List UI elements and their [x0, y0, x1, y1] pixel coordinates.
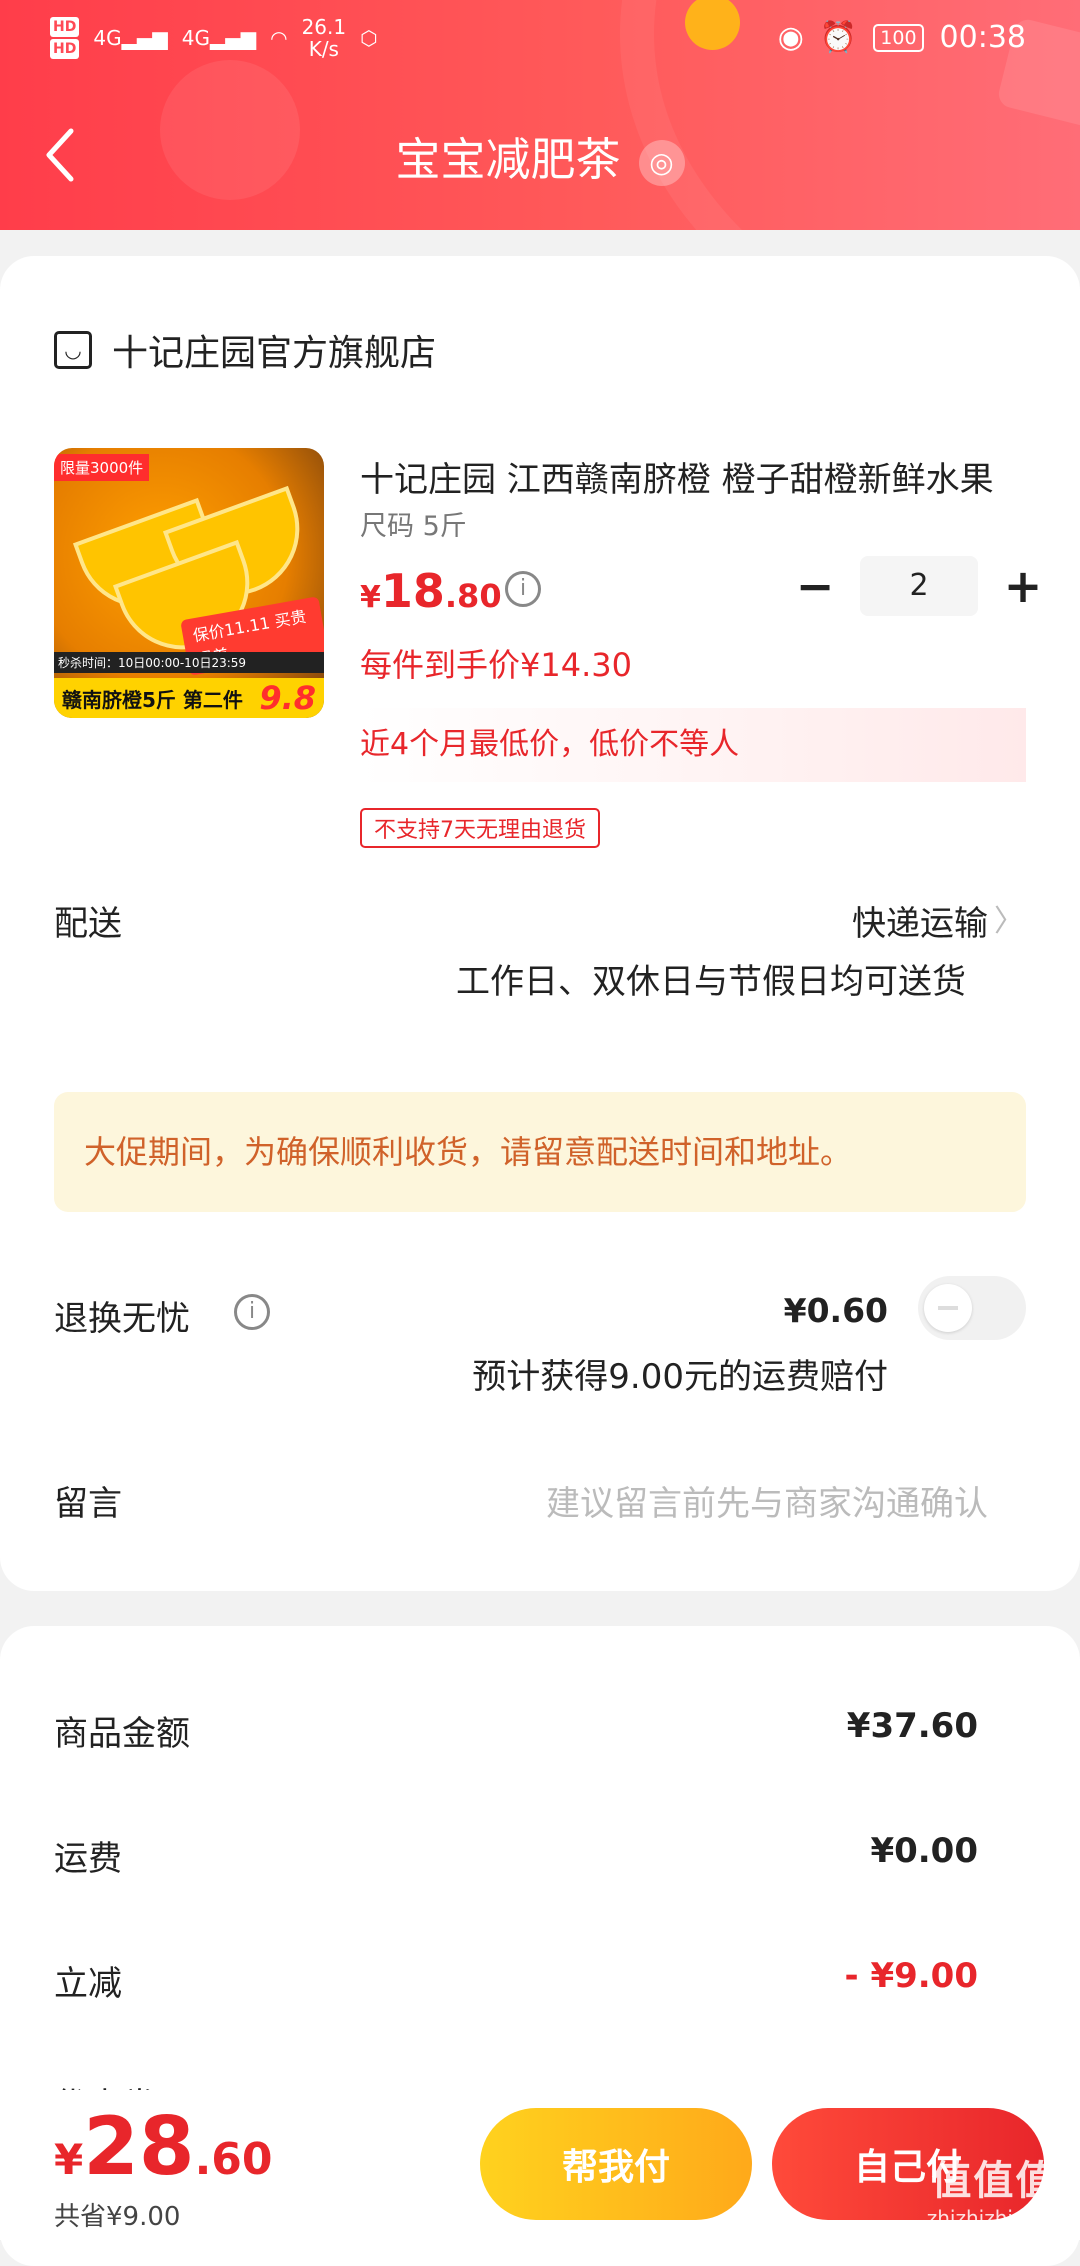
help-pay-button[interactable]: 帮我付	[480, 2108, 752, 2220]
checkout-bar: ¥28.60 共省¥9.00 帮我付 自己付 值值值 zhizhizhi.com	[0, 2090, 1080, 2240]
product-banner: 赣南脐橙5斤 第二件 9.8	[54, 678, 324, 718]
location-pin-icon[interactable]: ◎	[638, 140, 685, 186]
unit-price: 每件到手价¥14.30	[360, 646, 632, 684]
goods-amount-label: 商品金额	[54, 1714, 190, 1754]
chevron-right-icon[interactable]: 〉	[994, 896, 1024, 940]
hand-icon: ⬡	[360, 26, 378, 50]
return-price: ¥0.60	[783, 1291, 888, 1330]
status-time: 00:38	[939, 20, 1026, 55]
quantity-input[interactable]: 2	[860, 556, 978, 616]
page-title: 宝宝减肥茶 ◎	[0, 123, 1080, 188]
order-card: ◡ 十记庄园官方旗舰店 限量3000件 保价11.11 买贵退差 秒杀时间：10…	[0, 256, 1080, 1591]
message-input[interactable]: 建议留言前先与商家沟通确认	[546, 1476, 988, 1525]
discount-label: 立减	[54, 1964, 122, 2004]
toggle-knob	[924, 1284, 972, 1332]
eye-icon: ◉	[777, 20, 804, 55]
battery-icon: 100	[873, 23, 924, 52]
alarm-icon: ⏰	[819, 20, 858, 55]
lowest-price-note: 近4个月最低价，低价不等人	[360, 708, 1026, 782]
no-return-badge: 不支持7天无理由退货	[360, 808, 600, 848]
freight-label: 运费	[54, 1839, 122, 1879]
delivery-label: 配送	[54, 904, 122, 944]
promo-notice: 大促期间，为确保顺利收货，请留意配送时间和地址。	[54, 1092, 1026, 1212]
product-spec[interactable]: 尺码 5斤	[360, 504, 467, 543]
product-image[interactable]: 限量3000件 保价11.11 买贵退差 秒杀时间：10日00:00-10日23…	[54, 448, 324, 718]
minus-button[interactable]: −	[790, 558, 840, 614]
product-price: ¥18.80	[360, 564, 502, 618]
total-price: ¥28.60	[54, 2100, 273, 2193]
limit-badge: 限量3000件	[54, 454, 150, 481]
delivery-note: 工作日、双休日与节假日均可送货	[456, 962, 966, 1002]
status-bar: HD HD 4G▂▄▆ 4G▂▄▆ ◠ 26.1 K/s ⬡ ◉ ⏰ 100 00:…	[0, 10, 1080, 70]
discount-value: - ¥9.00	[844, 1956, 979, 1996]
return-label: 退换无忧	[54, 1299, 190, 1339]
message-label: 留言	[54, 1484, 122, 1524]
watermark-logo: 值值值 zhizhizhi.com	[926, 2158, 1062, 2230]
delivery-method[interactable]: 快递运输	[852, 896, 988, 945]
product-title[interactable]: 十记庄园 江西赣南脐橙 橙子甜橙新鲜水果	[360, 452, 1000, 501]
goods-amount-value: ¥37.60	[846, 1706, 978, 1746]
return-toggle[interactable]	[918, 1276, 1026, 1340]
plus-button[interactable]: +	[998, 558, 1048, 614]
shop-name: 十记庄园官方旗舰店	[112, 333, 437, 374]
sale-time: 秒杀时间：10日00:00-10日23:59	[54, 652, 324, 673]
return-note: 预计获得9.00元的运费赔付	[472, 1357, 888, 1397]
header-bar: HD HD 4G▂▄▆ 4G▂▄▆ ◠ 26.1 K/s ⬡ ◉ ⏰ 100 00:…	[0, 0, 1080, 230]
saved-amount: 共省¥9.00	[54, 2202, 181, 2232]
quantity-stepper: − 2 +	[790, 556, 1048, 616]
nav-bar: 宝宝减肥茶 ◎	[0, 105, 1080, 205]
sim-indicator: HD HD	[50, 16, 80, 60]
signal-icon: 4G▂▄▆	[93, 26, 168, 50]
freight-value: ¥0.00	[870, 1831, 978, 1871]
shop-icon: ◡	[54, 331, 92, 369]
wifi-icon: ◠	[270, 26, 288, 50]
info-icon[interactable]: i	[234, 1294, 270, 1330]
network-speed: 26.1 K/s	[301, 15, 347, 61]
info-icon[interactable]: i	[505, 571, 541, 607]
signal-icon: 4G▂▄▆	[181, 26, 257, 50]
shop-row[interactable]: ◡ 十记庄园官方旗舰店	[54, 324, 436, 376]
